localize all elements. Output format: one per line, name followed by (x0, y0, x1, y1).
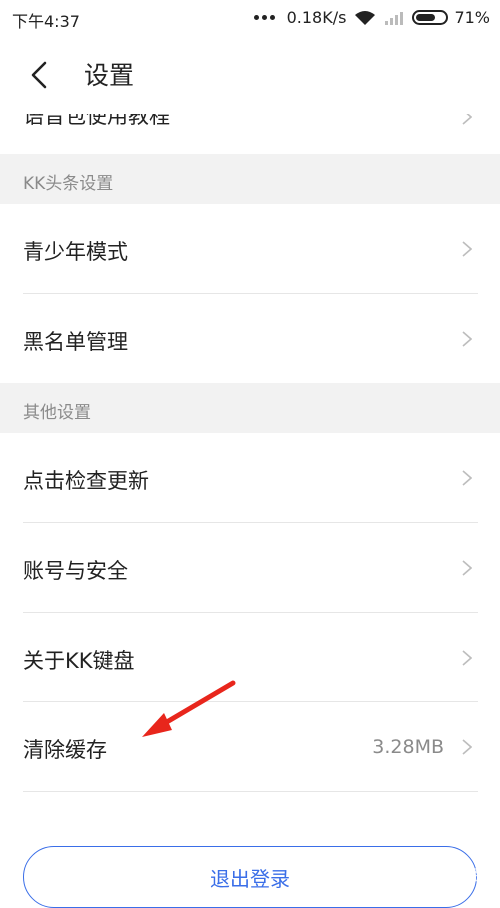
navigation-bar: 设置 (0, 36, 500, 114)
logout-button[interactable]: 退出登录 (23, 846, 477, 908)
list-item-teen-mode[interactable]: 青少年模式 (0, 204, 500, 294)
list-item-blacklist[interactable]: 黑名单管理 (0, 294, 500, 382)
list-item-clear-cache[interactable]: 清除缓存 3.28MB (0, 702, 500, 791)
list-item-label: 账号与安全 (23, 559, 128, 583)
page-title: 设置 (84, 61, 135, 90)
signal-icon (385, 11, 404, 25)
battery-percent: 71% (454, 8, 490, 27)
chevron-right-icon (462, 650, 472, 666)
chevron-right-icon (462, 241, 472, 257)
battery-indicator: 71% (412, 8, 490, 27)
list-item-label: 青少年模式 (23, 240, 128, 264)
chevron-right-icon (462, 470, 472, 486)
back-arrow-icon[interactable] (26, 60, 56, 90)
list-item-label: 关于KK键盘 (23, 649, 135, 673)
chevron-right-icon (462, 739, 472, 755)
more-dots-icon (253, 15, 275, 20)
list-item-label: 点击检查更新 (23, 469, 149, 493)
divider (23, 791, 478, 792)
cache-size-value: 3.28MB (372, 736, 444, 758)
list-item-check-update[interactable]: 点击检查更新 (0, 433, 500, 522)
list-item-label: 黑名单管理 (23, 330, 128, 354)
section-title: KK头条设置 (23, 174, 114, 194)
list-item-about[interactable]: 关于KK键盘 (0, 613, 500, 701)
status-icons: 0.18K/s 71% (253, 8, 490, 27)
chevron-right-icon (462, 560, 472, 576)
section-title: 其他设置 (23, 403, 91, 423)
status-time: 下午4:37 (12, 12, 80, 31)
status-bar: 下午4:37 0.18K/s 71% (0, 0, 500, 36)
section-header-kk-news: KK头条设置 (0, 154, 500, 204)
chevron-right-icon (462, 331, 472, 347)
logout-label: 退出登录 (210, 867, 290, 891)
battery-icon (412, 10, 449, 25)
list-item-account-security[interactable]: 账号与安全 (0, 523, 500, 612)
watermark: Bai 经验 (436, 868, 494, 884)
list-item-label: 清除缓存 (23, 738, 107, 762)
net-speed: 0.18K/s (286, 8, 347, 27)
wifi-icon (355, 10, 376, 25)
section-header-other: 其他设置 (0, 383, 500, 433)
